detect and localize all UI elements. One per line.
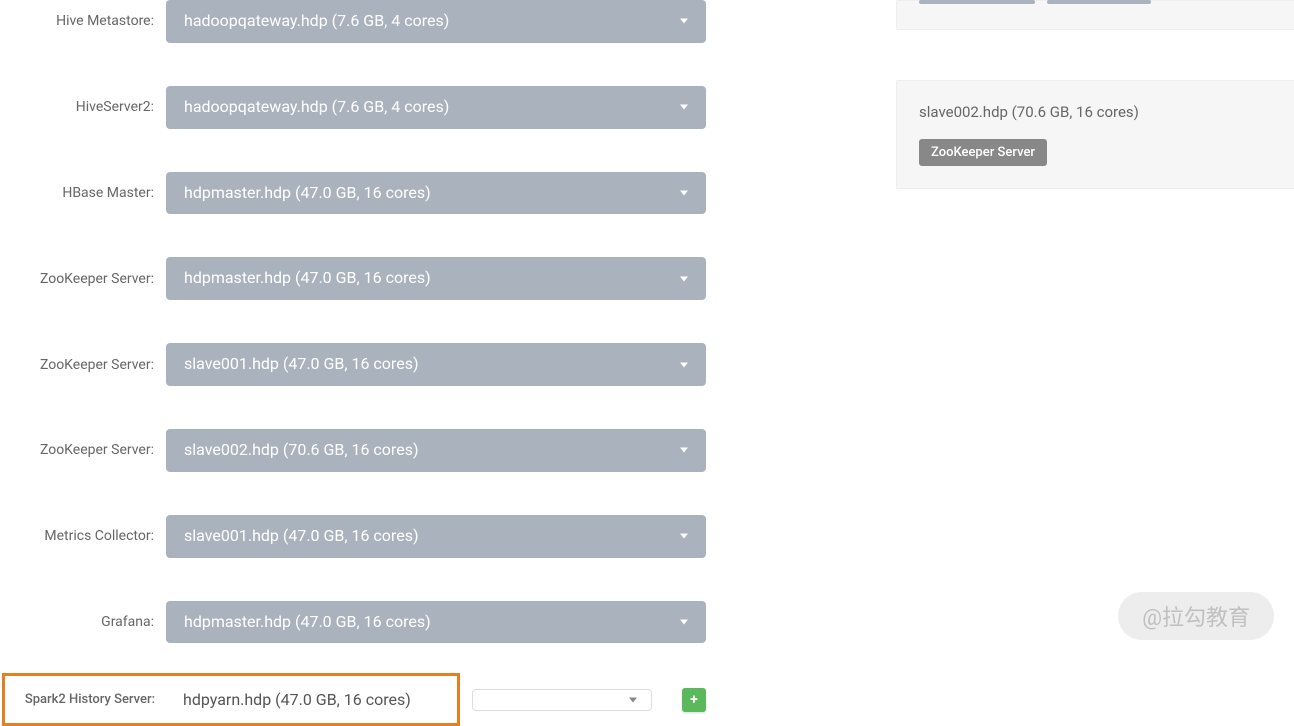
assignment-row: Hive Metastore: hadoopqateway.hdp (7.6 G… xyxy=(0,0,706,43)
host-card-title: slave002.hdp (70.6 GB, 16 cores) xyxy=(919,103,1294,121)
add-button[interactable]: + xyxy=(682,688,706,712)
field-label: ZooKeeper Server: xyxy=(0,271,166,287)
pill-placeholder xyxy=(919,0,1035,4)
watermark: @拉勾教育 xyxy=(1118,592,1274,640)
host-select-zookeeper-3[interactable]: slave002.hdp (70.6 GB, 16 cores) xyxy=(166,429,706,472)
select-value: hadoopqateway.hdp (7.6 GB, 4 cores) xyxy=(184,11,449,30)
field-label: ZooKeeper Server: xyxy=(0,442,166,458)
assignment-row: HBase Master: hdpmaster.hdp (47.0 GB, 16… xyxy=(0,157,706,215)
select-value: hdpmaster.hdp (47.0 GB, 16 cores) xyxy=(184,268,431,287)
host-select-zookeeper-1[interactable]: hdpmaster.hdp (47.0 GB, 16 cores) xyxy=(166,257,706,300)
side-card-collapsed xyxy=(896,0,1294,30)
spark2-history-row: Spark2 History Server: hdpyarn.hdp (47.0… xyxy=(0,673,706,726)
assignment-row: HiveServer2: hadoopqateway.hdp (7.6 GB, … xyxy=(0,71,706,129)
host-select-hbase-master[interactable]: hdpmaster.hdp (47.0 GB, 16 cores) xyxy=(166,172,706,215)
caret-down-icon xyxy=(680,619,688,624)
select-value: hdpmaster.hdp (47.0 GB, 16 cores) xyxy=(184,183,431,202)
caret-down-icon xyxy=(680,534,688,539)
field-label: HiveServer2: xyxy=(0,99,166,115)
field-label: Spark2 History Server: xyxy=(9,692,167,707)
caret-down-icon xyxy=(680,19,688,24)
select-value: slave002.hdp (70.6 GB, 16 cores) xyxy=(184,440,419,459)
host-select-zookeeper-2[interactable]: slave001.hdp (47.0 GB, 16 cores) xyxy=(166,343,706,386)
highlighted-assignment: Spark2 History Server: hdpyarn.hdp (47.0… xyxy=(2,673,460,726)
assignment-row: ZooKeeper Server: hdpmaster.hdp (47.0 GB… xyxy=(0,242,706,300)
host-select-metrics-collector[interactable]: slave001.hdp (47.0 GB, 16 cores) xyxy=(166,515,706,558)
caret-down-icon xyxy=(680,190,688,195)
assignment-row: Metrics Collector: slave001.hdp (47.0 GB… xyxy=(0,500,706,558)
select-value: slave001.hdp (47.0 GB, 16 cores) xyxy=(184,354,419,373)
caret-down-icon xyxy=(680,105,688,110)
select-value: slave001.hdp (47.0 GB, 16 cores) xyxy=(184,526,419,545)
host-select-grafana[interactable]: hdpmaster.hdp (47.0 GB, 16 cores) xyxy=(166,601,706,644)
field-label: ZooKeeper Server: xyxy=(0,357,166,373)
field-label: Metrics Collector: xyxy=(0,528,166,544)
caret-down-icon xyxy=(680,448,688,453)
field-label: HBase Master: xyxy=(0,185,166,201)
select-value: hadoopqateway.hdp (7.6 GB, 4 cores) xyxy=(184,97,449,116)
assignment-form: Hive Metastore: hadoopqateway.hdp (7.6 G… xyxy=(0,0,726,726)
service-badge-zookeeper: ZooKeeper Server xyxy=(919,139,1047,166)
host-text-spark2: hdpyarn.hdp (47.0 GB, 16 cores) xyxy=(167,680,453,719)
caret-down-icon xyxy=(680,276,688,281)
assignment-row: ZooKeeper Server: slave001.hdp (47.0 GB,… xyxy=(0,328,706,386)
host-card-slave002: slave002.hdp (70.6 GB, 16 cores) ZooKeep… xyxy=(896,80,1294,189)
field-label: Hive Metastore: xyxy=(0,13,166,29)
assignment-row: ZooKeeper Server: slave002.hdp (70.6 GB,… xyxy=(0,414,706,472)
extra-host-select[interactable] xyxy=(472,689,652,711)
select-value: hdpmaster.hdp (47.0 GB, 16 cores) xyxy=(184,612,431,631)
assignment-row: Grafana: hdpmaster.hdp (47.0 GB, 16 core… xyxy=(0,586,706,644)
plus-icon: + xyxy=(690,692,698,708)
field-label: Grafana: xyxy=(0,614,166,630)
host-select-hiveserver2[interactable]: hadoopqateway.hdp (7.6 GB, 4 cores) xyxy=(166,86,706,129)
caret-down-icon xyxy=(680,362,688,367)
caret-down-icon xyxy=(629,697,637,702)
pill-placeholder xyxy=(1047,0,1151,4)
host-select-hive-metastore[interactable]: hadoopqateway.hdp (7.6 GB, 4 cores) xyxy=(166,0,706,43)
